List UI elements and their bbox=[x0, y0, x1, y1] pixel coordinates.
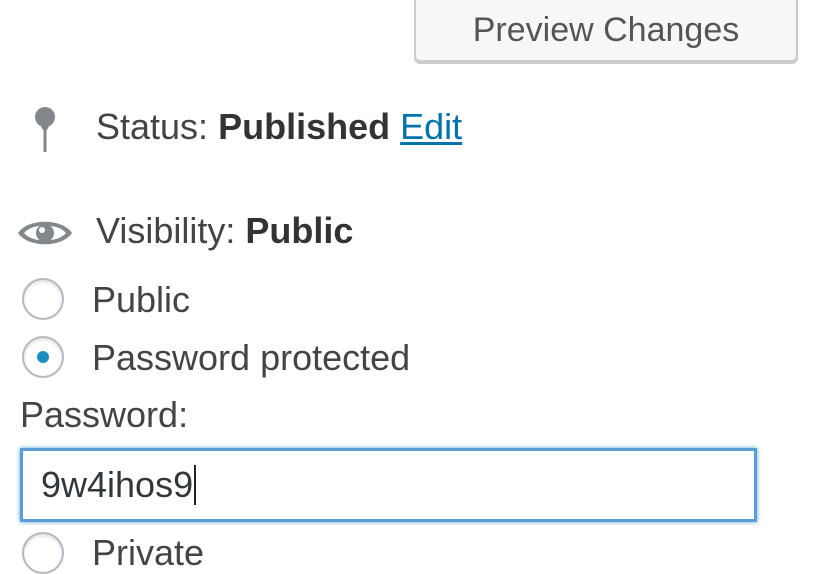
status-row: Status: Published Edit bbox=[96, 106, 462, 148]
status-value: Published bbox=[218, 106, 391, 147]
password-value: 9w4ihos9 bbox=[41, 464, 194, 505]
radio-public-label: Public bbox=[92, 279, 191, 320]
password-label: Password: bbox=[20, 394, 189, 435]
text-caret bbox=[194, 465, 197, 506]
radio-password-protected[interactable] bbox=[22, 336, 64, 378]
password-field[interactable]: 9w4ihos9 bbox=[20, 448, 757, 522]
radio-password-protected-label: Password protected bbox=[92, 337, 411, 378]
pin-icon bbox=[35, 107, 55, 152]
edit-status-link[interactable]: Edit bbox=[400, 106, 462, 147]
radio-public[interactable] bbox=[22, 278, 64, 320]
visibility-row: Visibility: Public bbox=[96, 210, 353, 252]
eye-icon bbox=[18, 221, 72, 245]
visibility-label: Visibility: bbox=[96, 210, 236, 251]
visibility-value: Public bbox=[245, 210, 354, 251]
status-label: Status: bbox=[96, 106, 209, 147]
preview-changes-button[interactable]: Preview Changes bbox=[414, 0, 798, 62]
